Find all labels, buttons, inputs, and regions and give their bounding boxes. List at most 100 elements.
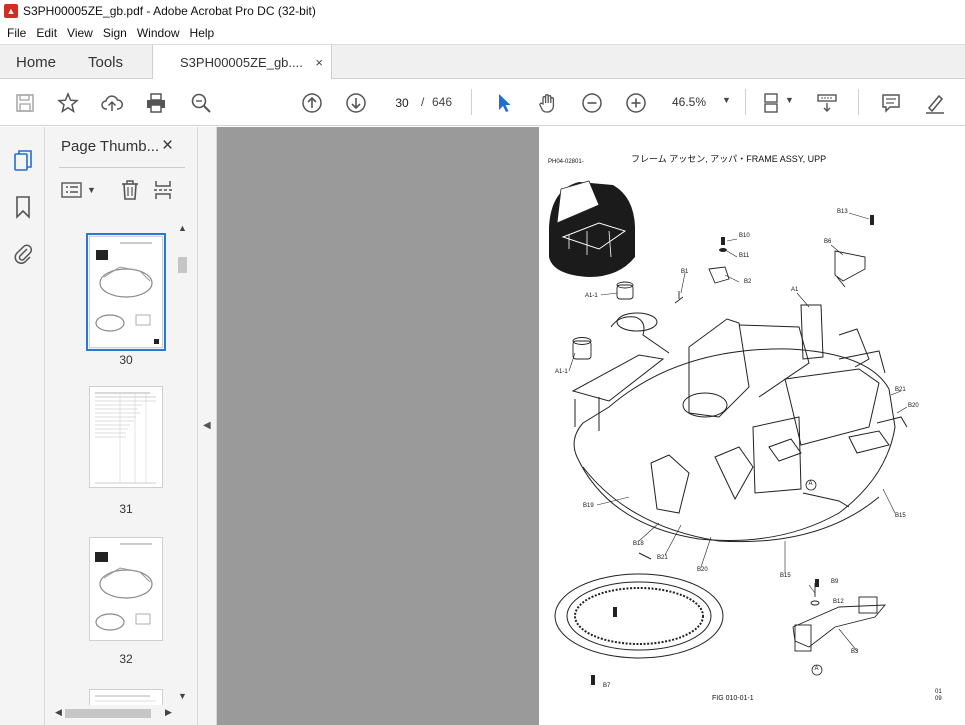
page-separator: / <box>421 95 425 109</box>
menu-view[interactable]: View <box>62 26 98 40</box>
menu-window[interactable]: Window <box>132 26 185 40</box>
thumbnail-drawing <box>90 690 162 705</box>
page-number-bottom: 09 <box>935 696 942 702</box>
thumbnail-page-31[interactable] <box>89 386 163 488</box>
thumbnail-page-32[interactable] <box>89 537 163 641</box>
callout-label: B12 <box>833 599 844 605</box>
delete-page-icon[interactable] <box>120 179 140 201</box>
page-display-icon[interactable] <box>761 91 785 115</box>
upper-frame <box>571 304 908 560</box>
thumbnail-options-button[interactable]: ▼ <box>61 179 96 201</box>
zoom-level[interactable]: 46.5% <box>672 95 706 109</box>
page-number-top: 01 <box>935 689 942 695</box>
callout-label: B20 <box>908 403 919 409</box>
navigation-rail <box>0 127 45 725</box>
scroll-right-icon[interactable]: ▶ <box>165 707 172 718</box>
chevron-down-icon: ▼ <box>87 185 96 195</box>
thumbnail-list: 30 31 32 <box>45 219 176 705</box>
scrollbar-thumb[interactable] <box>65 709 151 718</box>
print-icon[interactable] <box>144 91 168 115</box>
thumbnail-drawing <box>90 237 162 347</box>
page-thumbnails-panel: Page Thumb... × ▼ 30 31 32 ▲ ▼ ◀ ▶ <box>45 127 198 725</box>
attachment-icon[interactable] <box>11 240 35 266</box>
collapse-panel-icon[interactable]: ◀ <box>203 420 211 431</box>
callout-label: B6 <box>824 239 832 245</box>
previous-page-icon[interactable] <box>300 91 324 115</box>
scroll-left-icon[interactable]: ◀ <box>55 707 62 718</box>
thumbnail-vertical-scrollbar[interactable]: ▲ ▼ <box>176 219 189 705</box>
scrollbar-thumb[interactable] <box>178 257 187 273</box>
select-cursor-icon[interactable] <box>492 91 516 115</box>
close-panel-icon[interactable]: × <box>162 135 173 157</box>
thumbnail-page-33[interactable] <box>89 689 163 705</box>
thumbnail-horizontal-scrollbar[interactable]: ◀ ▶ <box>53 707 176 720</box>
tab-tools[interactable]: Tools <box>88 45 123 79</box>
callout-label: B18 <box>633 541 644 547</box>
callout-label: A <box>814 666 819 672</box>
callout-label: B9 <box>831 579 839 585</box>
scroll-up-icon[interactable]: ▲ <box>178 223 187 233</box>
save-icon[interactable] <box>13 91 37 115</box>
page-thumbnails-icon[interactable] <box>11 148 35 174</box>
pdf-page: PH04-02801- フレーム アッセン, アッパ・FRAME ASSY, U… <box>539 127 965 725</box>
zoom-search-icon[interactable] <box>189 91 213 115</box>
callout-label: B3 <box>851 649 859 655</box>
window-title: S3PH00005ZE_gb.pdf - Adobe Acrobat Pro D… <box>23 4 316 18</box>
menu-help[interactable]: Help <box>185 26 220 40</box>
thumbnail-label: 31 <box>119 502 133 516</box>
toolbar-divider <box>745 89 746 115</box>
bookmark-icon[interactable] <box>11 194 35 220</box>
leader-lines <box>568 212 908 652</box>
thumbnail-page-30[interactable] <box>86 233 166 351</box>
hand-tool-icon[interactable] <box>536 91 560 115</box>
thumbnail-label: 30 <box>119 353 133 367</box>
document-viewer[interactable]: PH04-02801- フレーム アッセン, アッパ・FRAME ASSY, U… <box>217 127 965 725</box>
cab-inset <box>549 180 635 277</box>
reference-markers <box>805 479 823 676</box>
panel-collapse-strip[interactable]: ◀ <box>198 127 217 725</box>
page-total: 646 <box>432 95 453 109</box>
tab-bar: Home Tools S3PH00005ZE_gb.... × <box>0 44 965 80</box>
zoom-out-icon[interactable] <box>580 91 604 115</box>
page-display-caret-icon[interactable]: ▼ <box>785 95 794 105</box>
page-number-input[interactable]: 30 <box>387 91 417 113</box>
lower-bracket <box>792 583 886 652</box>
zoom-in-icon[interactable] <box>624 91 648 115</box>
menu-bar: File Edit View Sign Window Help <box>0 22 965 44</box>
callout-label: B21 <box>895 387 906 393</box>
callout-label: B1 <box>681 269 689 275</box>
menu-file[interactable]: File <box>2 26 31 40</box>
callout-label: B15 <box>895 513 906 519</box>
callout-label: A1-1 <box>555 369 568 375</box>
thumbnail-drawing <box>90 538 162 640</box>
figure-label: FIG 010-01-1 <box>712 695 754 702</box>
star-icon[interactable] <box>56 91 80 115</box>
callout-label: B7 <box>603 683 611 689</box>
tab-document[interactable]: S3PH00005ZE_gb.... × <box>152 45 332 80</box>
highlight-pen-icon[interactable] <box>923 91 947 115</box>
scroll-down-icon[interactable]: ▼ <box>178 691 187 701</box>
swing-ring <box>554 573 724 659</box>
scroll-mode-icon[interactable] <box>815 91 839 115</box>
upload-cloud-icon[interactable] <box>100 91 124 115</box>
next-page-icon[interactable] <box>344 91 368 115</box>
options-list-icon <box>61 182 82 198</box>
toolbar-divider <box>858 89 859 115</box>
menu-edit[interactable]: Edit <box>31 26 62 40</box>
callout-label: B10 <box>739 233 750 239</box>
zoom-dropdown-caret-icon[interactable]: ▼ <box>722 95 731 105</box>
tab-document-label: S3PH00005ZE_gb.... <box>180 55 303 70</box>
menu-sign[interactable]: Sign <box>98 26 132 40</box>
callout-label: B19 <box>583 503 594 509</box>
title-bar: ▲ S3PH00005ZE_gb.pdf - Adobe Acrobat Pro… <box>0 0 965 22</box>
close-tab-icon[interactable]: × <box>315 55 323 70</box>
tab-home[interactable]: Home <box>16 45 56 79</box>
callout-label: B21 <box>657 555 668 561</box>
callout-label: A1 <box>791 287 799 293</box>
extract-pages-icon[interactable] <box>153 179 173 201</box>
toolbar: 30 / 646 46.5% ▼ ▼ <box>0 79 965 126</box>
callout-label: B2 <box>744 279 752 285</box>
thumbnail-label: 32 <box>119 652 133 666</box>
comment-icon[interactable] <box>879 91 903 115</box>
callout-label: A1-1 <box>585 293 598 299</box>
